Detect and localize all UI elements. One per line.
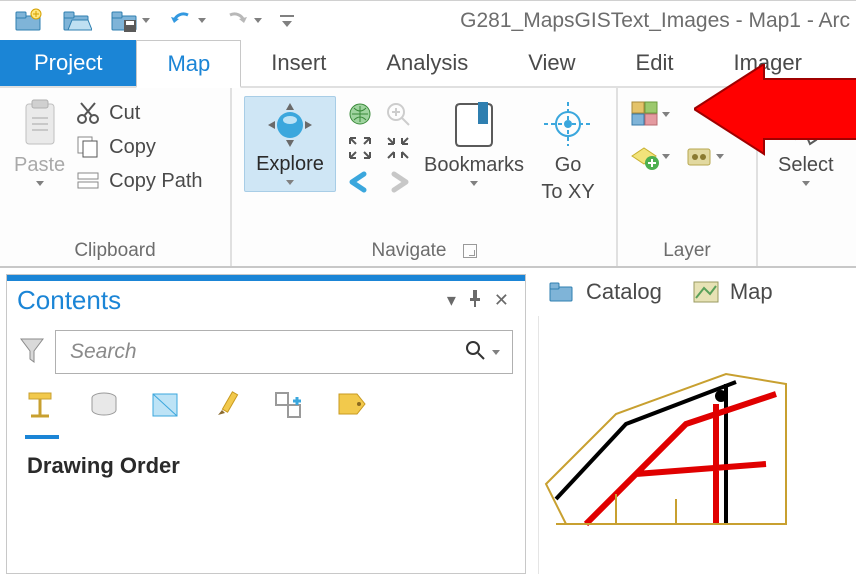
- group-clipboard: Paste Cut Copy Copy Path Clipboard: [0, 88, 232, 266]
- view-tab-map-label: Map: [730, 279, 773, 305]
- chevron-down-icon: [802, 181, 810, 186]
- group-layer: Layer: [618, 88, 758, 266]
- select-label: Select: [778, 154, 834, 177]
- copy-button[interactable]: Copy: [73, 130, 204, 164]
- tab-insert[interactable]: Insert: [241, 40, 356, 86]
- view-tab-catalog-label: Catalog: [586, 279, 662, 305]
- copy-label: Copy: [109, 136, 156, 159]
- lower-area: Contents ▾ ✕ Drawing Order: [0, 268, 856, 574]
- tab-view[interactable]: View: [498, 40, 605, 86]
- cut-label: Cut: [109, 102, 140, 125]
- tab-project[interactable]: Project: [0, 40, 136, 86]
- right-area: Catalog Map: [538, 268, 856, 574]
- pane-menu-icon[interactable]: ▾: [441, 290, 462, 311]
- tab-imagery[interactable]: Imager: [703, 40, 831, 86]
- bookmarks-button[interactable]: Bookmarks: [416, 92, 532, 188]
- ribbon-tabs: Project Map Insert Analysis View Edit Im…: [0, 40, 856, 88]
- filter-icon[interactable]: [19, 335, 45, 370]
- view-tab-strip: Catalog Map: [538, 268, 856, 316]
- explore-button[interactable]: Explore: [244, 96, 336, 192]
- group-navigate: Explore Book: [232, 88, 618, 266]
- toc-tab-labeling[interactable]: [335, 390, 369, 439]
- zoom-out-arrows-icon[interactable]: [384, 134, 412, 162]
- search-icon[interactable]: [464, 339, 486, 366]
- contents-header: Contents ▾ ✕: [7, 281, 525, 320]
- clipboard-group-label: Clipboard: [6, 238, 224, 266]
- dialog-launcher-icon[interactable]: [463, 244, 477, 258]
- paste-button[interactable]: Paste: [6, 92, 73, 188]
- contents-title: Contents: [17, 285, 441, 316]
- explore-label: Explore: [256, 153, 324, 176]
- select-button[interactable]: Select: [764, 92, 842, 188]
- chevron-down-icon: [36, 181, 44, 186]
- contents-search-input[interactable]: [68, 339, 464, 365]
- contents-search-row: [7, 320, 525, 384]
- add-data-icon[interactable]: [630, 142, 670, 170]
- ribbon: Paste Cut Copy Copy Path Clipboard: [0, 88, 856, 268]
- full-extent-icon[interactable]: [346, 100, 374, 128]
- go-to-xy-label2: To XY: [541, 181, 594, 204]
- redo-icon[interactable]: [224, 9, 262, 33]
- save-project-icon[interactable]: [110, 8, 150, 34]
- chevron-down-icon: [470, 181, 478, 186]
- contents-pane: Contents ▾ ✕ Drawing Order: [6, 274, 526, 574]
- previous-extent-icon[interactable]: [346, 168, 374, 196]
- zoom-in-arrows-icon[interactable]: [346, 134, 374, 162]
- group-selection: Select: [758, 88, 856, 266]
- toc-tab-editing[interactable]: [211, 390, 245, 439]
- toc-tab-snapping[interactable]: [273, 390, 307, 439]
- go-to-xy-button[interactable]: Go To XY: [532, 92, 604, 206]
- basemap-icon[interactable]: [630, 100, 670, 128]
- tab-map[interactable]: Map: [136, 40, 241, 88]
- cut-button[interactable]: Cut: [73, 96, 204, 130]
- navigate-group-label: Navigate: [238, 238, 610, 266]
- bookmarks-label: Bookmarks: [424, 154, 524, 177]
- add-preset-icon[interactable]: [684, 142, 724, 170]
- open-project-icon[interactable]: [62, 8, 92, 34]
- copy-path-button[interactable]: Copy Path: [73, 164, 204, 198]
- layer-group-label: Layer: [624, 238, 750, 266]
- chevron-down-icon: [286, 180, 294, 185]
- next-extent-icon[interactable]: [384, 168, 412, 196]
- new-project-icon[interactable]: [14, 8, 44, 34]
- toc-tabs: [7, 384, 525, 439]
- view-tab-map[interactable]: Map: [692, 279, 773, 305]
- copy-path-label: Copy Path: [109, 170, 202, 193]
- map-canvas[interactable]: [538, 316, 856, 574]
- tab-edit[interactable]: Edit: [606, 40, 704, 86]
- drawing-order-heading: Drawing Order: [7, 439, 525, 493]
- go-to-xy-label1: Go: [555, 154, 582, 177]
- pane-close-icon[interactable]: ✕: [488, 290, 515, 311]
- toc-tab-source[interactable]: [87, 390, 121, 439]
- contents-search-box[interactable]: [55, 330, 513, 374]
- paste-label: Paste: [14, 154, 65, 177]
- view-tab-catalog[interactable]: Catalog: [548, 279, 662, 305]
- toc-tab-drawing-order[interactable]: [25, 390, 59, 439]
- pane-pin-icon[interactable]: [462, 289, 488, 312]
- tab-analysis[interactable]: Analysis: [356, 40, 498, 86]
- qat-customize-icon[interactable]: [280, 13, 294, 29]
- chevron-down-icon[interactable]: [492, 350, 500, 355]
- app-title: G281_MapsGISText_Images - Map1 - Arc: [312, 9, 856, 33]
- undo-icon[interactable]: [168, 9, 206, 33]
- fixed-zoom-in-icon[interactable]: [384, 100, 412, 128]
- toc-tab-selection[interactable]: [149, 390, 183, 439]
- quick-access-toolbar: G281_MapsGISText_Images - Map1 - Arc: [0, 0, 856, 40]
